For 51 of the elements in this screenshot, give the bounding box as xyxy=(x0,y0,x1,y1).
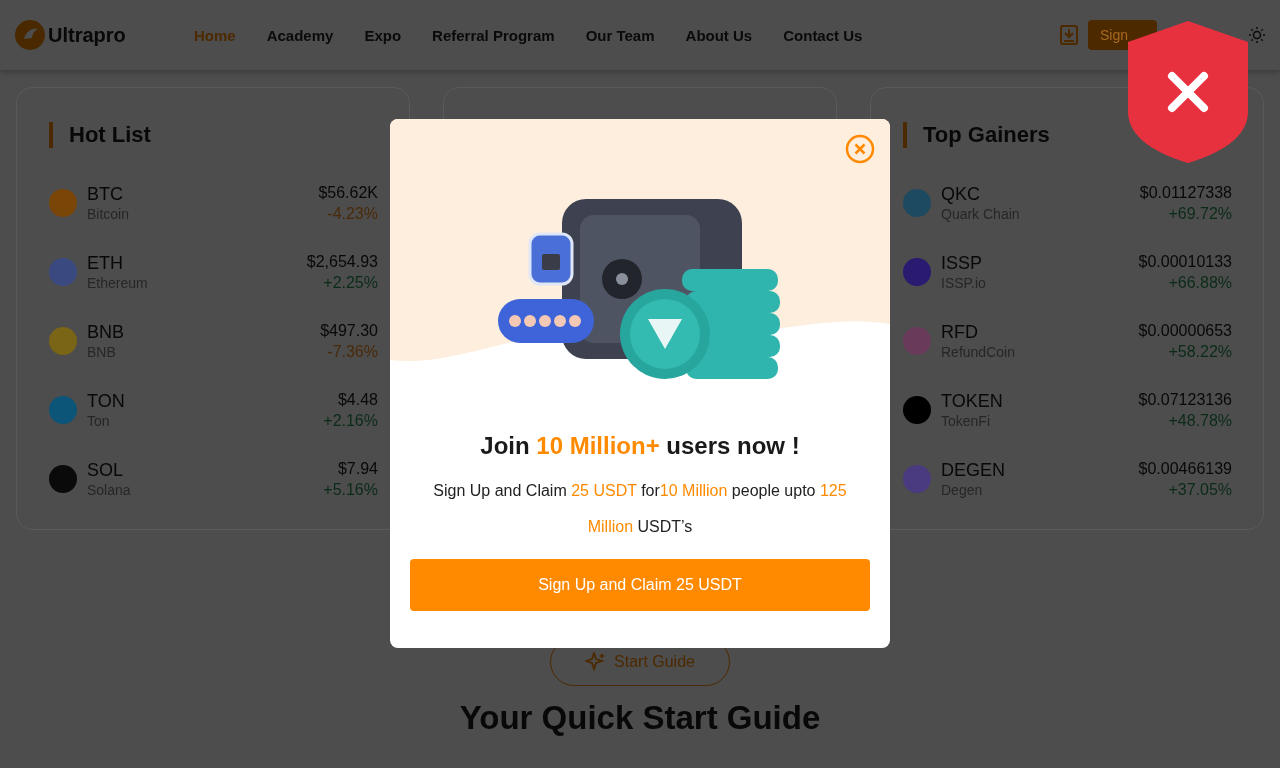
logo-text: Ultrapro xyxy=(48,23,126,47)
coin-symbol: RFD xyxy=(941,320,979,343)
coin-price: $0.00000653 xyxy=(1138,320,1232,341)
shield-x-icon xyxy=(1127,20,1249,164)
nav-link[interactable]: Referral Program xyxy=(432,26,555,44)
coin-price: $0.00466139 xyxy=(1138,458,1232,479)
nav-link[interactable]: Our Team xyxy=(585,26,655,44)
download-icon[interactable] xyxy=(1060,25,1078,45)
nav-link[interactable]: Contact Us xyxy=(783,26,863,44)
coin-symbol: TOKEN xyxy=(941,389,1003,412)
coin-symbol: BNB xyxy=(87,320,124,343)
coin-symbol: SOL xyxy=(87,458,125,481)
close-button[interactable] xyxy=(845,134,875,164)
coin-symbol: ETH xyxy=(87,251,124,274)
price-change: +66.88% xyxy=(1168,272,1232,293)
coin-symbol: BTC xyxy=(87,182,124,205)
nav-link[interactable]: About Us xyxy=(685,26,753,44)
coin-price: $56.62K xyxy=(318,182,378,203)
price-change: +2.16% xyxy=(323,410,378,431)
price-change: +5.16% xyxy=(323,479,378,500)
sun-icon[interactable] xyxy=(1249,27,1265,43)
nav-link[interactable]: Academy xyxy=(266,26,334,44)
price-change: +37.05% xyxy=(1168,479,1232,500)
coin-symbol: QKC xyxy=(941,182,981,205)
modal-text: Sign Up and Claim 25 USDT for10 Million people upto 125 Million USDT’s xyxy=(432,481,848,537)
coin-price: $7.94 xyxy=(337,458,378,479)
section-heading: Your Quick Start Guide xyxy=(459,698,821,738)
coin-price: $497.30 xyxy=(320,320,378,341)
price-change: -4.23% xyxy=(327,203,378,224)
nav-link[interactable]: Home xyxy=(194,26,236,44)
coin-symbol: TON xyxy=(87,389,125,412)
coin-symbol: DEGEN xyxy=(941,458,1005,481)
sparkle-icon xyxy=(585,652,607,672)
coin-price: $4.48 xyxy=(337,389,378,410)
close-icon xyxy=(845,134,875,164)
nav-link[interactable]: Expo xyxy=(364,26,402,44)
coin-price: $0.07123136 xyxy=(1138,389,1232,410)
price-change: +69.72% xyxy=(1168,203,1232,224)
coin-price: $0.01127338 xyxy=(1139,182,1232,203)
price-change: +48.78% xyxy=(1168,410,1232,431)
coin-symbol: ISSP xyxy=(941,251,984,274)
claim-button[interactable]: Sign Up and Claim 25 USDT xyxy=(410,559,870,611)
logo-icon xyxy=(15,20,45,50)
price-change: +2.25% xyxy=(323,272,378,293)
price-change: +58.22% xyxy=(1168,341,1232,362)
card-title: Top Gainers xyxy=(903,122,1050,148)
price-change: -7.36% xyxy=(327,341,378,362)
modal-headline: Join 10 Million+ users now ! xyxy=(480,431,800,461)
card-title: Hot List xyxy=(49,122,151,148)
coin-price: $2,654.93 xyxy=(306,251,378,272)
coin-price: $0.00010133 xyxy=(1138,251,1232,272)
